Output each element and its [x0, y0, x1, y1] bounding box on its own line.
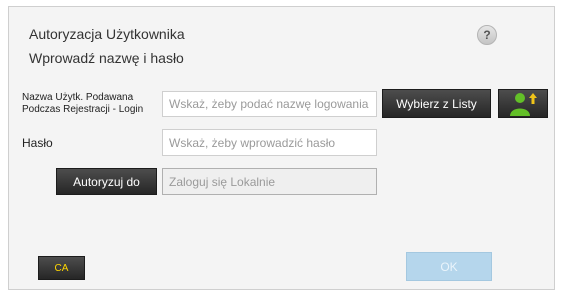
login-input[interactable]: Wskaż, żeby podać nazwę logowania: [162, 91, 377, 117]
user-add-icon: [510, 92, 537, 116]
ca-button[interactable]: CA: [38, 256, 85, 280]
login-destination-field: Zaloguj się Lokalnie: [162, 168, 377, 195]
password-label: Hasło: [22, 136, 53, 150]
login-label: Nazwa Użytk. Podawana Podczas Rejestracj…: [22, 92, 143, 116]
login-destination-value: Zaloguj się Lokalnie: [169, 174, 276, 189]
help-icon: ?: [483, 28, 491, 42]
password-input[interactable]: Wskaż, żeby wprowadzić hasło: [162, 129, 377, 156]
help-button[interactable]: ?: [477, 25, 497, 45]
password-input-placeholder: Wskaż, żeby wprowadzić hasło: [169, 135, 336, 150]
user-add-button[interactable]: [498, 89, 548, 118]
dialog-subtitle: Wprowadź nazwę i hasło: [29, 50, 184, 66]
dialog-title: Autoryzacja Użytkownika: [29, 26, 185, 42]
login-label-line2: Podczas Rejestracji - Login: [22, 104, 144, 115]
login-label-line1: Nazwa Użytk. Podawana: [22, 92, 134, 103]
login-input-placeholder: Wskaż, żeby podać nazwę logowania: [169, 97, 369, 111]
authorize-to-button[interactable]: Autoryzuj do: [56, 168, 157, 195]
select-from-list-button[interactable]: Wybierz z Listy: [382, 89, 491, 118]
ok-button[interactable]: OK: [406, 252, 492, 281]
